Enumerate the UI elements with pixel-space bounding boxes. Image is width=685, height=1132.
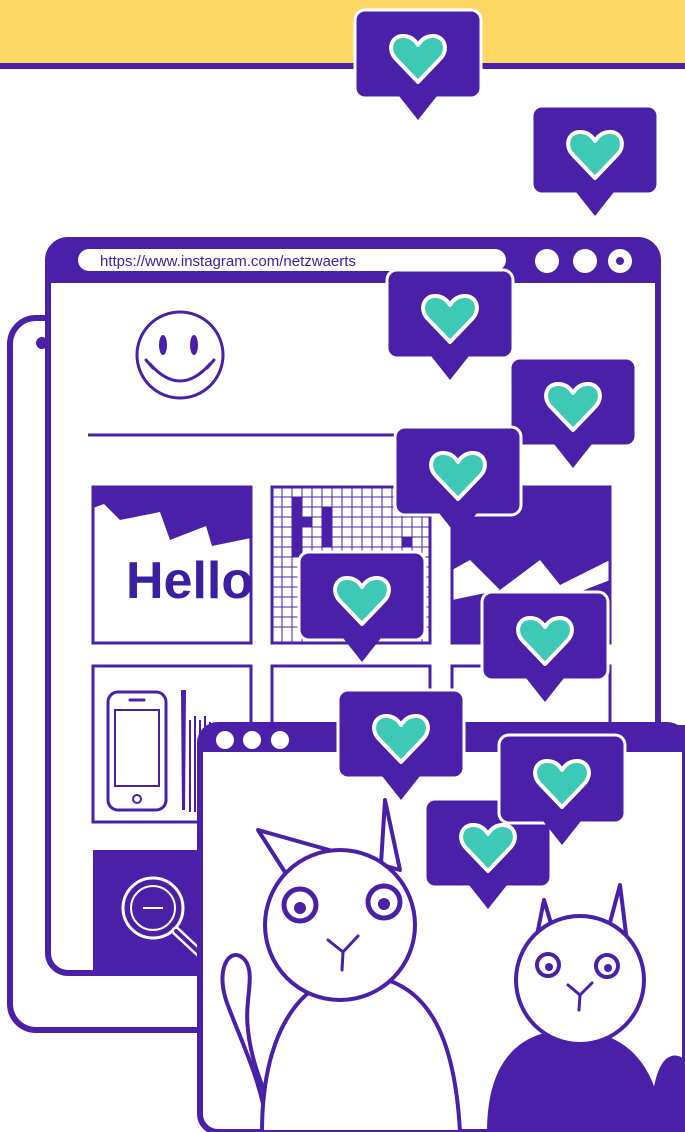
- window-dot-icon[interactable]: [535, 249, 559, 273]
- illustration: https://www.instagram.com/netzwaerts Hel…: [0, 0, 685, 1132]
- tile-hello-text: Hello: [126, 552, 253, 610]
- address-bar[interactable]: https://www.instagram.com/netzwaerts: [78, 249, 506, 271]
- window-dot-icon[interactable]: [216, 731, 234, 749]
- top-banner: [0, 0, 685, 69]
- smiley-icon[interactable]: [135, 310, 225, 400]
- heart-icon: [530, 104, 660, 218]
- window-dot-icon[interactable]: [271, 731, 289, 749]
- window-controls: [535, 249, 632, 273]
- heart-icon: [353, 8, 483, 122]
- feed-tile-hello[interactable]: Hello: [91, 485, 253, 645]
- window-dot-icon[interactable]: [243, 731, 261, 749]
- window-dot-icon[interactable]: [573, 249, 597, 273]
- address-url: https://www.instagram.com/netzwaerts: [100, 253, 356, 270]
